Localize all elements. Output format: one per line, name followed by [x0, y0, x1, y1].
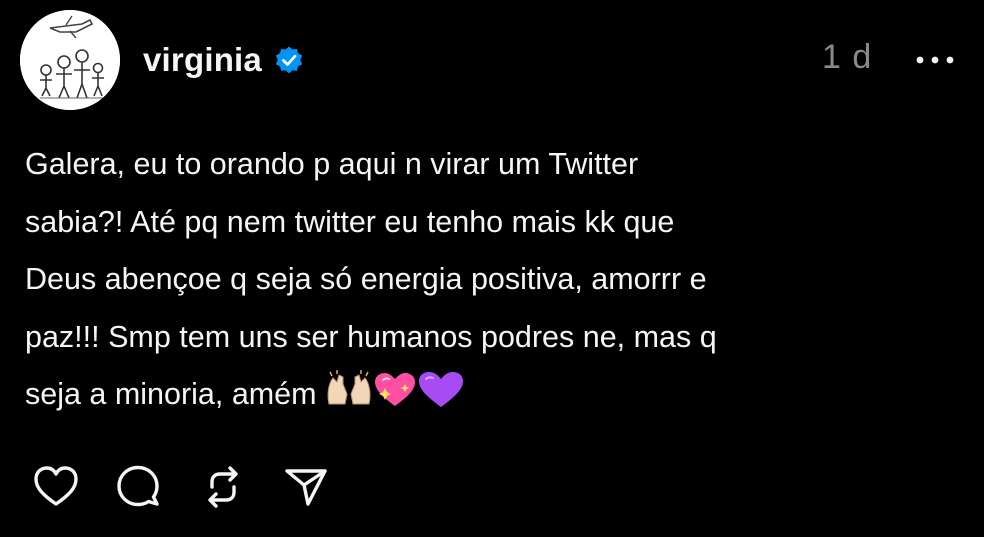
- more-horizontal-icon: [916, 56, 954, 64]
- family-drawing-avatar-icon: [20, 10, 120, 110]
- emoji-group: [325, 370, 465, 410]
- purple-heart-emoji: [418, 372, 463, 407]
- post-text-line: seja a minoria, amém: [25, 377, 317, 411]
- raising-hands-emoji: [327, 370, 370, 405]
- post-timestamp: 1 d: [822, 38, 873, 76]
- verified-badge-icon: [274, 45, 304, 75]
- post-text-line: Galera, eu to orando p aqui n virar um T…: [25, 147, 639, 181]
- repost-icon: [208, 466, 238, 508]
- repost-button[interactable]: [198, 460, 248, 514]
- author-avatar[interactable]: [20, 10, 120, 110]
- more-options-button[interactable]: [914, 50, 956, 70]
- like-button[interactable]: [31, 460, 81, 514]
- comment-button[interactable]: [113, 460, 163, 514]
- post-text-line: Deus abençoe q seja só energia positiva,…: [25, 262, 707, 296]
- share-button[interactable]: [281, 460, 331, 514]
- send-icon: [285, 469, 327, 506]
- action-bar: [0, 460, 984, 514]
- sparkling-heart-emoji: [374, 373, 415, 406]
- author-username[interactable]: virginia: [143, 41, 262, 79]
- comment-icon: [117, 465, 159, 507]
- heart-icon: [34, 466, 78, 506]
- post-text-line: paz!!! Smp tem uns ser humanos podres ne…: [25, 319, 717, 354]
- post-text-line: sabia?! Até pq nem twitter eu tenho mais…: [25, 204, 675, 239]
- author-row: virginia: [143, 39, 304, 81]
- thread-post: virginia 1 d Galera, eu to orando p aqui…: [0, 0, 984, 537]
- post-body: Galera, eu to orando p aqui n virar um T…: [25, 136, 955, 424]
